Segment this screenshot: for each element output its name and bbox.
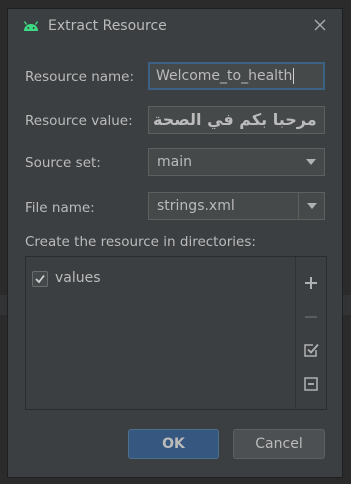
resource-value-value: مرحبا بكم في الصحة (153, 110, 317, 129)
android-icon (22, 18, 40, 34)
file-name-value: strings.xml (157, 198, 235, 214)
source-set-value: main (157, 154, 192, 170)
directories-toolbar (295, 257, 326, 409)
directories-list-panel: values (25, 256, 327, 410)
text-caret (293, 68, 295, 84)
directories-label: Create the resource in directories: (25, 234, 256, 250)
source-set-label: Source set: (25, 155, 101, 171)
resource-name-label: Resource name: (25, 69, 135, 85)
resource-value-input[interactable]: مرحبا بكم في الصحة (148, 106, 325, 134)
values-label: values (55, 270, 101, 286)
extract-resource-dialog: Extract Resource Resource name: Welcome_… (7, 8, 343, 478)
dialog-title: Extract Resource (48, 18, 167, 34)
directories-list: values (26, 257, 296, 409)
minus-icon[interactable] (302, 308, 320, 326)
title-bar: Extract Resource (8, 9, 342, 43)
ok-button[interactable]: OK (128, 429, 219, 459)
resource-name-input[interactable]: Welcome_to_health (148, 62, 325, 90)
uncheck-all-icon[interactable] (302, 375, 320, 393)
file-name-combobox[interactable]: strings.xml (148, 192, 325, 220)
source-set-combobox[interactable]: main (148, 148, 325, 176)
resource-name-value: Welcome_to_health (156, 68, 293, 84)
values-checkbox[interactable] (32, 271, 48, 287)
file-name-label: File name: (25, 200, 95, 216)
close-icon[interactable] (310, 15, 330, 35)
chevron-down-icon[interactable] (298, 149, 324, 175)
check-all-icon[interactable] (302, 341, 320, 359)
chevron-down-icon[interactable] (298, 193, 324, 219)
resource-value-label: Resource value: (25, 113, 133, 129)
plus-icon[interactable] (302, 274, 320, 292)
cancel-button[interactable]: Cancel (233, 429, 325, 459)
